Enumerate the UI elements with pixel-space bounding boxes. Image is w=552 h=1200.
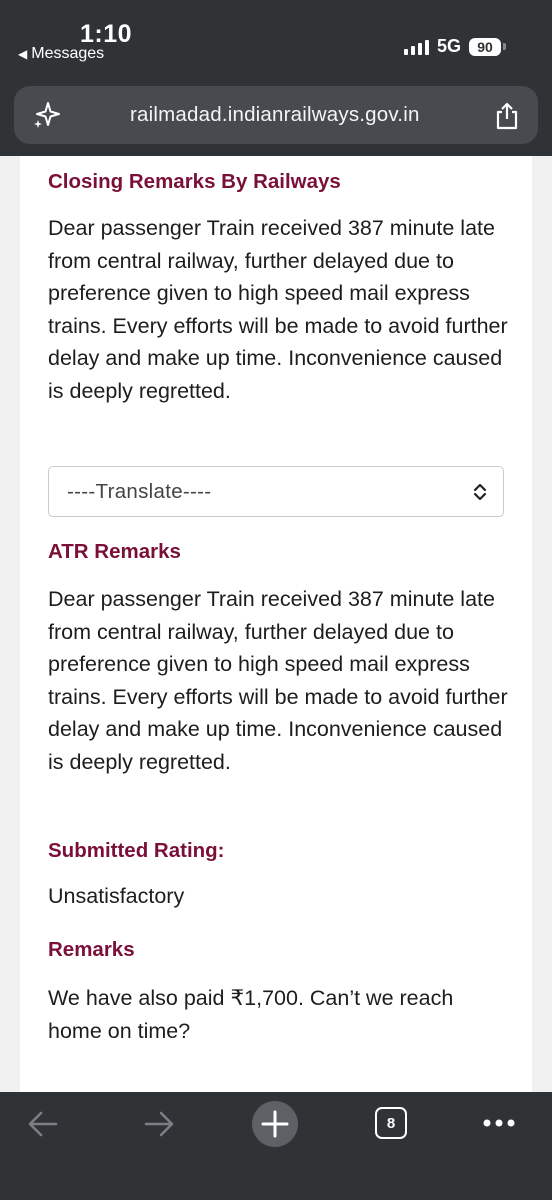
plus-icon	[261, 1110, 289, 1138]
browser-toolbar: 8	[0, 1092, 552, 1200]
share-icon[interactable]	[494, 102, 520, 130]
sparkle-icon[interactable]	[32, 100, 62, 130]
tab-count: 8	[386, 1114, 396, 1132]
new-tab-button[interactable]	[252, 1101, 298, 1147]
more-icon[interactable]	[482, 1118, 516, 1128]
closing-remarks-text: Dear passenger Train received 387 minute…	[48, 216, 508, 403]
signal-icon	[403, 39, 429, 55]
atr-remarks-heading: ATR Remarks	[48, 540, 181, 563]
submitted-rating-value: Unsatisfactory	[48, 884, 185, 908]
top-chrome: 1:10 ◀ Messages 5G 90 railmadad.indianra…	[0, 0, 552, 156]
back-triangle-icon: ◀	[18, 47, 28, 61]
back-to-messages-label: Messages	[31, 45, 105, 62]
status-indicators: 5G 90	[403, 36, 506, 57]
complaint-details-panel: Closing Remarks By Railways Dear passeng…	[20, 156, 532, 1092]
closing-remarks-heading: Closing Remarks By Railways	[48, 170, 341, 193]
select-arrows-icon	[473, 483, 487, 501]
forward-arrow-icon[interactable]	[142, 1107, 176, 1141]
address-bar[interactable]: railmadad.indianrailways.gov.in	[14, 86, 538, 144]
back-arrow-icon[interactable]	[26, 1107, 60, 1141]
remarks-heading: Remarks	[48, 938, 135, 961]
network-type: 5G	[436, 36, 461, 56]
submitted-rating-heading: Submitted Rating:	[48, 839, 225, 862]
back-to-messages[interactable]: ◀ Messages	[18, 45, 104, 63]
translate-select[interactable]: ----Translate----	[48, 466, 504, 517]
url-text[interactable]: railmadad.indianrailways.gov.in	[130, 103, 420, 127]
tabs-button[interactable]: 8	[375, 1107, 407, 1139]
atr-remarks-text: Dear passenger Train received 387 minute…	[48, 587, 508, 774]
battery-level: 90	[469, 37, 501, 56]
translate-select-value: ----Translate----	[67, 480, 212, 503]
remarks-text: We have also paid ₹1,700. Can’t we reach…	[48, 986, 454, 1043]
battery-icon: 90	[469, 37, 506, 56]
